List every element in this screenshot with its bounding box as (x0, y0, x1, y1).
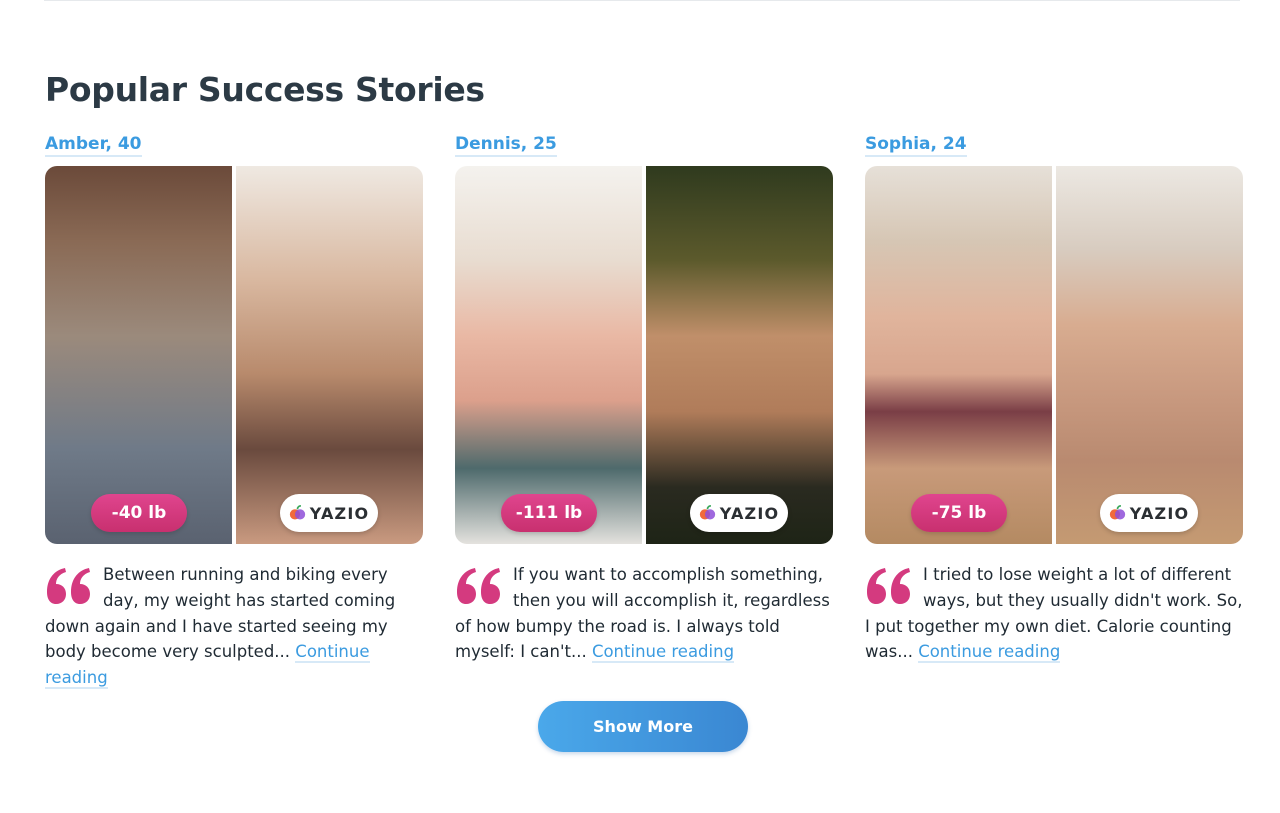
section-title: Popular Success Stories (45, 70, 485, 109)
story-quote: I tried to lose weight a lot of differen… (865, 562, 1243, 665)
before-photo (865, 166, 1052, 544)
yazio-logo: YAZIO (1100, 494, 1198, 532)
story-quote: If you want to accomplish something, the… (455, 562, 833, 665)
story-card: Sophia, 24 -75 lb YAZIO I tried to lose … (865, 134, 1243, 664)
story-card: Amber, 40 -40 lb YAZIO Between running a… (45, 134, 423, 690)
show-more-button[interactable]: Show More (538, 701, 748, 752)
yazio-logo: YAZIO (690, 494, 788, 532)
story-name-link[interactable]: Dennis, 25 (455, 134, 557, 157)
weight-loss-badge: -111 lb (501, 494, 597, 532)
story-name-link[interactable]: Amber, 40 (45, 134, 142, 157)
story-photo[interactable]: -75 lb YAZIO (865, 166, 1243, 544)
quote-icon (867, 568, 910, 604)
story-name-link[interactable]: Sophia, 24 (865, 134, 967, 157)
story-photo[interactable]: -40 lb YAZIO (45, 166, 423, 544)
story-quote: Between running and biking every day, my… (45, 562, 423, 691)
story-photo[interactable]: -111 lb YAZIO (455, 166, 833, 544)
after-photo (646, 166, 833, 544)
quote-icon (47, 568, 90, 604)
yazio-logo-icon (699, 504, 715, 519)
yazio-logo: YAZIO (280, 494, 378, 532)
story-card: Dennis, 25 -111 lb YAZIO If you want to … (455, 134, 833, 664)
before-photo (45, 166, 232, 544)
logo-text: YAZIO (719, 503, 780, 523)
continue-reading-link[interactable]: Continue reading (591, 642, 735, 664)
weight-loss-badge: -40 lb (91, 494, 187, 532)
continue-reading-link[interactable]: Continue reading (918, 642, 1061, 664)
logo-text: YAZIO (309, 503, 370, 523)
top-divider (44, 0, 1240, 1)
after-photo (236, 166, 423, 544)
before-photo (455, 166, 642, 544)
logo-text: YAZIO (1129, 503, 1190, 523)
quote-icon (457, 568, 500, 604)
weight-loss-badge: -75 lb (911, 494, 1007, 532)
yazio-logo-icon (289, 504, 305, 519)
yazio-logo-icon (1109, 504, 1125, 519)
after-photo (1056, 166, 1243, 544)
